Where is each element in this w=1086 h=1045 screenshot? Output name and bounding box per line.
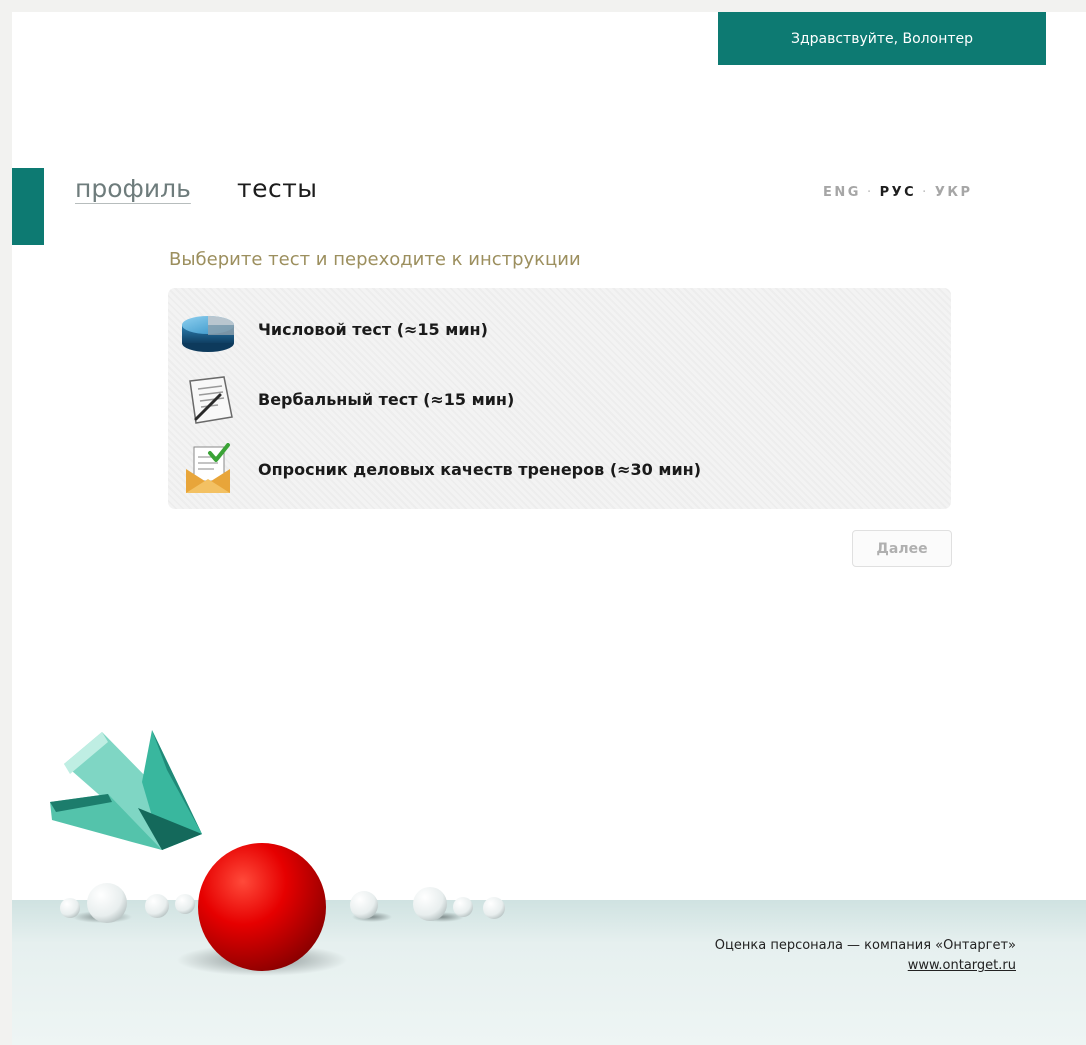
tab-profile[interactable]: профиль — [75, 174, 191, 203]
greeting-banner: Здравствуйте, Волонтер — [718, 12, 1046, 65]
language-switcher: ENG · РУС · УКР — [823, 185, 973, 200]
lang-separator: · — [922, 185, 929, 200]
test-item-numeric[interactable]: Числовой тест (≈15 мин) — [180, 302, 920, 356]
numeric-test-icon — [180, 303, 236, 355]
test-item-verbal[interactable]: Вербальный тест (≈15 мин) — [180, 372, 920, 426]
lang-eng[interactable]: ENG — [823, 185, 861, 200]
test-label: Опросник деловых качеств тренеров (≈30 м… — [258, 459, 702, 479]
next-button[interactable]: Далее — [852, 530, 952, 567]
lang-rus[interactable]: РУС — [880, 185, 917, 200]
footer-website-link[interactable]: www.ontarget.ru — [908, 958, 1016, 973]
footer-info: Оценка персонала — компания «Онтаргет» w… — [715, 936, 1016, 976]
greeting-text: Здравствуйте, Волонтер — [790, 30, 974, 47]
page: Здравствуйте, Волонтер профиль тесты ENG… — [12, 12, 1086, 1045]
tab-tests[interactable]: тесты — [237, 174, 318, 203]
page-subtitle: Выберите тест и переходите к инструкции — [169, 249, 581, 270]
test-label: Вербальный тест (≈15 мин) — [258, 389, 515, 409]
test-label: Числовой тест (≈15 мин) — [258, 319, 488, 339]
decorative-arrow-and-balls — [50, 730, 505, 976]
verbal-test-icon — [180, 373, 236, 425]
side-accent-bar — [12, 168, 44, 245]
test-item-questionnaire[interactable]: Опросник деловых качеств тренеров (≈30 м… — [180, 442, 920, 496]
lang-separator: · — [866, 185, 874, 200]
test-list: Числовой тест (≈15 мин) Вербальный тест … — [168, 288, 951, 509]
questionnaire-icon — [180, 443, 236, 495]
lang-ukr[interactable]: УКР — [935, 185, 973, 200]
footer-company: Оценка персонала — компания «Онтаргет» — [714, 938, 1016, 953]
